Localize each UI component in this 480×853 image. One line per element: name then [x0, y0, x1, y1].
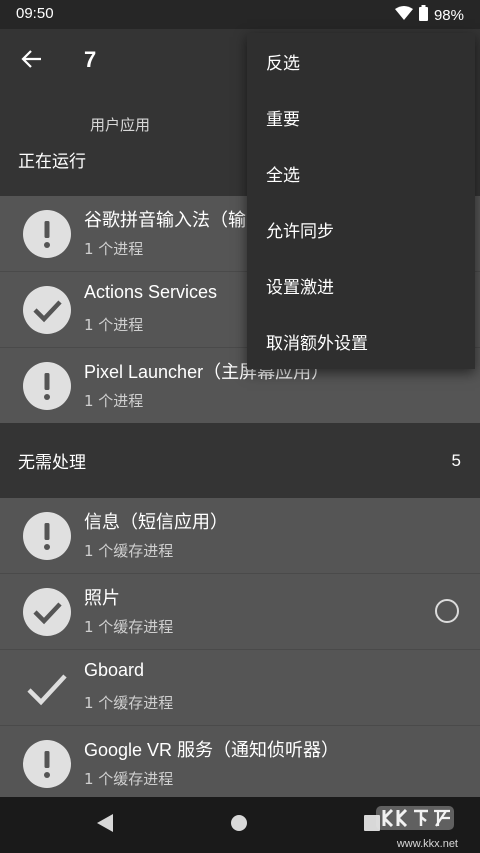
- back-button[interactable]: [12, 45, 52, 77]
- alert-icon: [23, 740, 71, 788]
- process-count: 1 个缓存进程: [84, 694, 174, 712]
- app-name: 谷歌拼音输入法（输: [84, 210, 246, 230]
- page-title: 7: [84, 47, 97, 72]
- list-item[interactable]: 信息（短信应用） 1 个缓存进程: [0, 498, 480, 574]
- list-item[interactable]: 照片 1 个缓存进程: [0, 574, 480, 650]
- section-header-no-action: 无需处理 5: [0, 423, 480, 498]
- nav-home-button[interactable]: [223, 809, 255, 841]
- arrow-left-icon: [21, 48, 43, 74]
- status-time: 09:50: [16, 5, 54, 22]
- app-name: Gboard: [84, 660, 145, 680]
- process-count: 1 个进程: [84, 240, 144, 258]
- status-bar: 09:50 98%: [0, 0, 480, 29]
- menu-item-allow-sync[interactable]: 允许同步: [247, 201, 475, 257]
- process-count: 1 个进程: [84, 316, 144, 334]
- section-count: 5: [451, 450, 461, 470]
- app-name: Google VR 服务（通知侦听器）: [84, 740, 340, 760]
- watermark: www.kkx.net: [366, 804, 458, 850]
- battery-icon: [418, 5, 428, 25]
- check-icon: [23, 664, 71, 712]
- wifi-icon: [394, 6, 413, 24]
- app-name: Actions Services: [84, 282, 218, 302]
- process-count: 1 个缓存进程: [84, 770, 174, 788]
- section-title: 正在运行: [18, 152, 86, 172]
- check-circle-icon: [23, 588, 71, 636]
- menu-item-important[interactable]: 重要: [247, 89, 475, 145]
- list-item[interactable]: Google VR 服务（通知侦听器） 1 个缓存进程: [0, 726, 480, 797]
- nav-back-button[interactable]: [89, 809, 121, 841]
- back-triangle-icon: [96, 813, 114, 837]
- alert-icon: [23, 362, 71, 410]
- menu-item-set-aggressive[interactable]: 设置激进: [247, 257, 475, 313]
- menu-item-invert-selection[interactable]: 反选: [247, 33, 475, 89]
- select-radio[interactable]: [435, 599, 459, 623]
- battery-percent: 98%: [433, 6, 464, 24]
- watermark-text: www.kkx.net: [396, 838, 458, 850]
- process-count: 1 个缓存进程: [84, 542, 174, 560]
- list-item[interactable]: Gboard 1 个缓存进程: [0, 650, 480, 726]
- process-count: 1 个进程: [84, 392, 144, 410]
- check-circle-icon: [23, 286, 71, 334]
- watermark-logo: [376, 806, 454, 830]
- section-title: 无需处理: [18, 453, 86, 473]
- alert-icon: [23, 512, 71, 560]
- app-name: 信息（短信应用）: [84, 512, 228, 532]
- home-circle-icon: [230, 814, 248, 836]
- status-icons: 98%: [394, 5, 464, 25]
- process-count: 1 个缓存进程: [84, 618, 174, 636]
- alert-icon: [23, 210, 71, 258]
- app-name: 照片: [84, 588, 120, 608]
- menu-item-select-all[interactable]: 全选: [247, 145, 475, 201]
- menu-item-cancel-extra-settings[interactable]: 取消额外设置: [247, 313, 475, 369]
- overflow-menu: 反选 重要 全选 允许同步 设置激进 取消额外设置: [247, 33, 475, 369]
